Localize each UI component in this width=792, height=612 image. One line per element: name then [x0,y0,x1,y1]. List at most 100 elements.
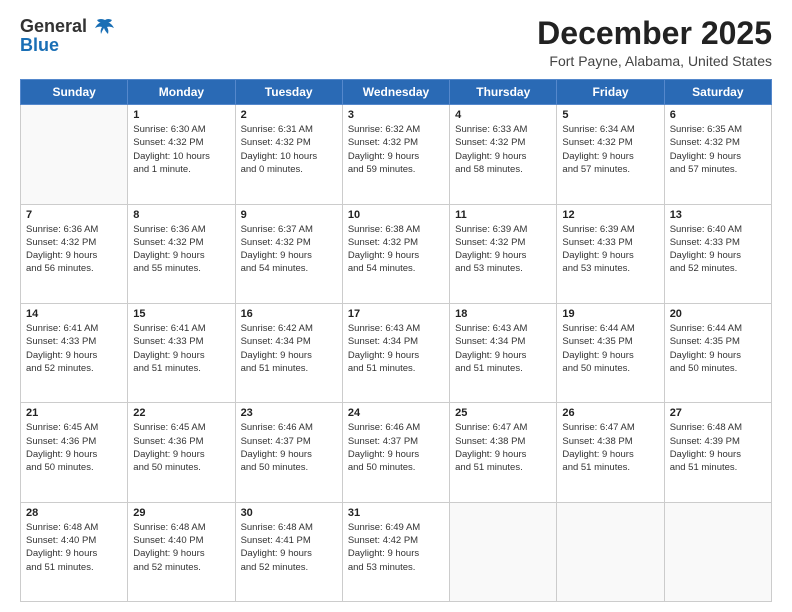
logo-bird-icon [94,18,116,36]
day-number: 20 [670,308,766,320]
calendar-cell [664,502,771,601]
main-title: December 2025 [537,16,772,51]
day-info: Sunrise: 6:47 AMSunset: 4:38 PMDaylight:… [562,421,658,474]
page: General Blue December 2025 Fort Payne, A… [0,0,792,612]
calendar-cell: 6Sunrise: 6:35 AMSunset: 4:32 PMDaylight… [664,105,771,204]
calendar-cell: 29 Sunrise: 6:48 AMSunset: 4:40 PMDayligh… [128,502,235,601]
day-info: Sunrise: 6:36 AMSunset: 4:32 PMDaylight:… [26,223,122,276]
day-info: Sunrise: 6:46 AMSunset: 4:37 PMDaylight:… [348,421,444,474]
calendar-cell: 15 Sunrise: 6:41 AMSunset: 4:33 PMDayligh… [128,303,235,402]
calendar-cell: 24 Sunrise: 6:46 AMSunset: 4:37 PMDayligh… [342,403,449,502]
logo-general: General [20,16,116,37]
calendar-cell: 10 Sunrise: 6:38 AMSunset: 4:32 PMDayligh… [342,204,449,303]
day-number: 16 [241,308,337,320]
calendar-week-row: 1 Sunrise: 6:30 AMSunset: 4:32 PMDaylight… [21,105,772,204]
day-number: 29 [133,507,229,519]
calendar-cell [21,105,128,204]
day-number: 5 [562,109,658,121]
calendar-header-monday: Monday [128,80,235,105]
calendar-cell: 27 Sunrise: 6:48 AMSunset: 4:39 PMDayligh… [664,403,771,502]
day-number: 15 [133,308,229,320]
day-number: 19 [562,308,658,320]
calendar-cell: 18 Sunrise: 6:43 AMSunset: 4:34 PMDayligh… [450,303,557,402]
day-number: 17 [348,308,444,320]
calendar-week-row: 14Sunrise: 6:41 AMSunset: 4:33 PMDayligh… [21,303,772,402]
day-info: Sunrise: 6:38 AMSunset: 4:32 PMDaylight:… [348,223,444,276]
day-info: Sunrise: 6:30 AMSunset: 4:32 PMDaylight:… [133,123,229,176]
calendar-cell: 2 Sunrise: 6:31 AMSunset: 4:32 PMDaylight… [235,105,342,204]
day-info: Sunrise: 6:31 AMSunset: 4:32 PMDaylight:… [241,123,337,176]
day-info: Sunrise: 6:41 AMSunset: 4:33 PMDaylight:… [26,322,122,375]
calendar-week-row: 28 Sunrise: 6:48 AMSunset: 4:40 PMDayligh… [21,502,772,601]
day-number: 30 [241,507,337,519]
day-number: 2 [241,109,337,121]
day-info: Sunrise: 6:39 AMSunset: 4:32 PMDaylight:… [455,223,551,276]
day-info: Sunrise: 6:43 AMSunset: 4:34 PMDaylight:… [455,322,551,375]
title-block: December 2025 Fort Payne, Alabama, Unite… [537,16,772,69]
calendar-cell: 14Sunrise: 6:41 AMSunset: 4:33 PMDayligh… [21,303,128,402]
day-info: Sunrise: 6:48 AMSunset: 4:40 PMDaylight:… [133,521,229,574]
day-info: Sunrise: 6:45 AMSunset: 4:36 PMDaylight:… [133,421,229,474]
day-info: Sunrise: 6:43 AMSunset: 4:34 PMDaylight:… [348,322,444,375]
day-number: 23 [241,407,337,419]
calendar-cell: 3 Sunrise: 6:32 AMSunset: 4:32 PMDaylight… [342,105,449,204]
calendar-cell: 8Sunrise: 6:36 AMSunset: 4:32 PMDaylight… [128,204,235,303]
calendar-cell: 16Sunrise: 6:42 AMSunset: 4:34 PMDayligh… [235,303,342,402]
calendar-cell: 20Sunrise: 6:44 AMSunset: 4:35 PMDayligh… [664,303,771,402]
calendar-cell: 11Sunrise: 6:39 AMSunset: 4:32 PMDayligh… [450,204,557,303]
day-info: Sunrise: 6:46 AMSunset: 4:37 PMDaylight:… [241,421,337,474]
calendar-cell: 4 Sunrise: 6:33 AMSunset: 4:32 PMDaylight… [450,105,557,204]
logo-blue: Blue [20,35,59,56]
day-info: Sunrise: 6:33 AMSunset: 4:32 PMDaylight:… [455,123,551,176]
day-info: Sunrise: 6:37 AMSunset: 4:32 PMDaylight:… [241,223,337,276]
calendar-cell: 26 Sunrise: 6:47 AMSunset: 4:38 PMDayligh… [557,403,664,502]
day-number: 12 [562,209,658,221]
logo: General Blue [20,16,116,56]
day-number: 27 [670,407,766,419]
calendar-header-tuesday: Tuesday [235,80,342,105]
calendar-cell: 5Sunrise: 6:34 AMSunset: 4:32 PMDaylight… [557,105,664,204]
calendar-cell: 25Sunrise: 6:47 AMSunset: 4:38 PMDayligh… [450,403,557,502]
day-number: 13 [670,209,766,221]
calendar-cell: 13 Sunrise: 6:40 AMSunset: 4:33 PMDayligh… [664,204,771,303]
day-info: Sunrise: 6:39 AMSunset: 4:33 PMDaylight:… [562,223,658,276]
day-info: Sunrise: 6:44 AMSunset: 4:35 PMDaylight:… [562,322,658,375]
calendar-header-thursday: Thursday [450,80,557,105]
calendar-header-saturday: Saturday [664,80,771,105]
day-number: 7 [26,209,122,221]
calendar-week-row: 7 Sunrise: 6:36 AMSunset: 4:32 PMDaylight… [21,204,772,303]
calendar-week-row: 21Sunrise: 6:45 AMSunset: 4:36 PMDayligh… [21,403,772,502]
day-info: Sunrise: 6:49 AMSunset: 4:42 PMDaylight:… [348,521,444,574]
day-info: Sunrise: 6:40 AMSunset: 4:33 PMDaylight:… [670,223,766,276]
calendar-cell: 1 Sunrise: 6:30 AMSunset: 4:32 PMDaylight… [128,105,235,204]
calendar-cell: 21Sunrise: 6:45 AMSunset: 4:36 PMDayligh… [21,403,128,502]
day-info: Sunrise: 6:32 AMSunset: 4:32 PMDaylight:… [348,123,444,176]
day-number: 25 [455,407,551,419]
calendar-table: SundayMondayTuesdayWednesdayThursdayFrid… [20,79,772,602]
day-info: Sunrise: 6:41 AMSunset: 4:33 PMDaylight:… [133,322,229,375]
calendar-cell: 30 Sunrise: 6:48 AMSunset: 4:41 PMDayligh… [235,502,342,601]
calendar-cell: 22Sunrise: 6:45 AMSunset: 4:36 PMDayligh… [128,403,235,502]
day-number: 6 [670,109,766,121]
calendar-cell: 12 Sunrise: 6:39 AMSunset: 4:33 PMDayligh… [557,204,664,303]
header: General Blue December 2025 Fort Payne, A… [20,16,772,69]
day-number: 10 [348,209,444,221]
day-info: Sunrise: 6:45 AMSunset: 4:36 PMDaylight:… [26,421,122,474]
calendar-cell: 9Sunrise: 6:37 AMSunset: 4:32 PMDaylight… [235,204,342,303]
day-number: 24 [348,407,444,419]
day-number: 3 [348,109,444,121]
calendar-cell: 19 Sunrise: 6:44 AMSunset: 4:35 PMDayligh… [557,303,664,402]
subtitle: Fort Payne, Alabama, United States [537,53,772,69]
day-info: Sunrise: 6:48 AMSunset: 4:41 PMDaylight:… [241,521,337,574]
day-number: 28 [26,507,122,519]
day-info: Sunrise: 6:48 AMSunset: 4:39 PMDaylight:… [670,421,766,474]
day-number: 26 [562,407,658,419]
day-number: 18 [455,308,551,320]
calendar-header-sunday: Sunday [21,80,128,105]
day-number: 4 [455,109,551,121]
day-number: 1 [133,109,229,121]
calendar-cell: 17 Sunrise: 6:43 AMSunset: 4:34 PMDayligh… [342,303,449,402]
calendar-cell: 28Sunrise: 6:48 AMSunset: 4:40 PMDayligh… [21,502,128,601]
calendar-cell: 31Sunrise: 6:49 AMSunset: 4:42 PMDayligh… [342,502,449,601]
calendar-cell: 23 Sunrise: 6:46 AMSunset: 4:37 PMDayligh… [235,403,342,502]
